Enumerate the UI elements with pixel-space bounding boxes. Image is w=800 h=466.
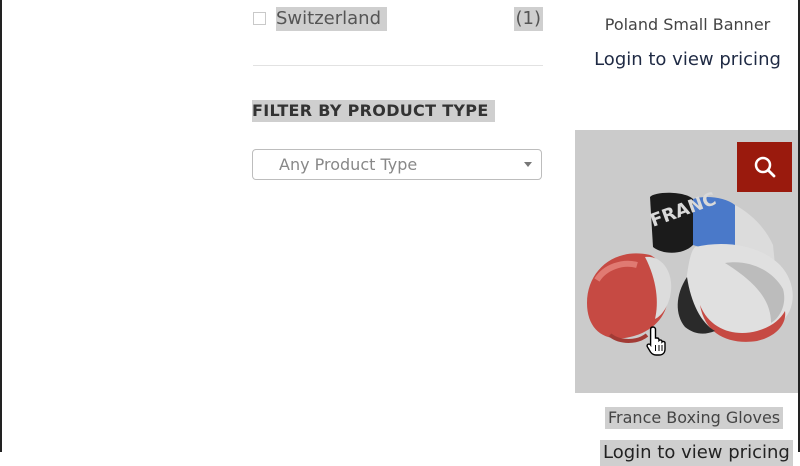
filter-label[interactable]: Switzerland: [276, 7, 387, 31]
divider: [253, 65, 543, 66]
filter-section-title: FILTER BY PRODUCT TYPE: [252, 100, 495, 122]
login-to-view-pricing-link[interactable]: Login to view pricing: [600, 440, 793, 466]
left-edge: [0, 0, 2, 452]
filter-checkbox[interactable]: [253, 12, 266, 25]
filter-count: (1): [513, 7, 543, 31]
product-title[interactable]: Poland Small Banner: [575, 14, 800, 36]
boxing-gloves-image: FRANC: [575, 185, 798, 393]
product-type-select-value: Any Product Type: [279, 155, 418, 174]
hand-pointer-icon: [646, 326, 666, 356]
login-to-view-pricing-link[interactable]: Login to view pricing: [575, 47, 800, 73]
chevron-down-icon: [524, 162, 532, 167]
product-type-select[interactable]: Any Product Type: [252, 149, 542, 180]
zoom-button[interactable]: [737, 142, 792, 192]
product-image[interactable]: FRANC: [575, 130, 798, 393]
product-title[interactable]: France Boxing Gloves: [605, 407, 784, 429]
filter-item-switzerland[interactable]: Switzerland (1): [253, 7, 543, 33]
search-icon: [754, 156, 776, 178]
